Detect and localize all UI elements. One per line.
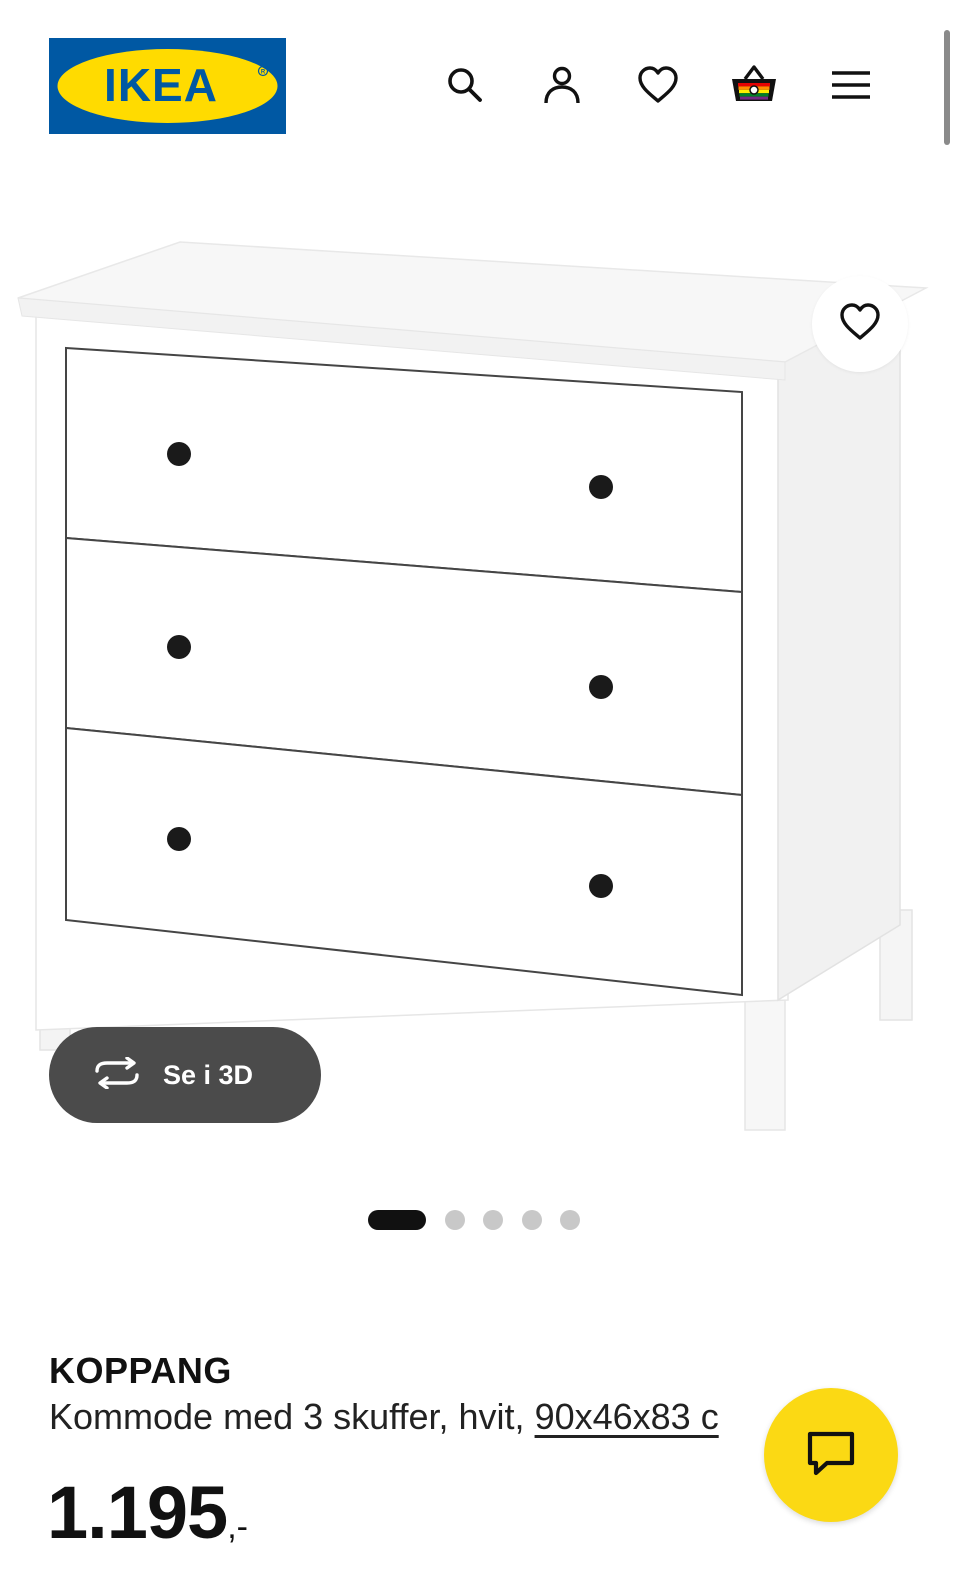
page-scrollbar[interactable] xyxy=(944,30,950,145)
site-header: IKEA R xyxy=(0,0,960,150)
see-in-3d-button[interactable]: Se i 3D xyxy=(49,1027,321,1123)
svg-text:IKEA: IKEA xyxy=(104,59,218,111)
favorites-icon[interactable] xyxy=(634,61,682,109)
rotate-3d-icon xyxy=(91,1056,143,1093)
chat-icon xyxy=(805,1429,857,1481)
svg-text:R: R xyxy=(261,70,266,76)
heart-icon xyxy=(838,302,882,346)
account-icon[interactable] xyxy=(538,61,586,109)
product-gallery[interactable]: Se i 3D xyxy=(0,150,960,1190)
product-size-link[interactable]: 90x46x83 c xyxy=(535,1396,719,1437)
chat-button[interactable] xyxy=(764,1388,898,1522)
pagination-dot[interactable] xyxy=(483,1210,503,1230)
product-description: Kommode med 3 skuffer, hvit, 90x46x83 c xyxy=(49,1396,719,1438)
pagination-dot[interactable] xyxy=(560,1210,580,1230)
price-amount: 1.195 xyxy=(47,1471,228,1554)
price-suffix: ,- xyxy=(227,1508,248,1546)
product-price: 1.195,- xyxy=(47,1470,248,1555)
see-in-3d-label: Se i 3D xyxy=(163,1059,254,1090)
ikea-logo[interactable]: IKEA R xyxy=(49,38,286,134)
product-name: KOPPANG xyxy=(49,1350,232,1391)
pagination-dot-active[interactable] xyxy=(368,1210,426,1230)
cart-icon[interactable] xyxy=(730,61,778,109)
gallery-pagination xyxy=(0,1208,960,1232)
product-image-dresser xyxy=(17,241,929,1131)
search-icon[interactable] xyxy=(441,61,489,109)
add-to-favorites-button[interactable] xyxy=(812,276,908,372)
pagination-dot[interactable] xyxy=(445,1210,465,1230)
menu-icon[interactable] xyxy=(827,61,875,109)
product-description-text: Kommode med 3 skuffer, hvit, xyxy=(49,1396,535,1437)
pagination-dot[interactable] xyxy=(522,1210,542,1230)
